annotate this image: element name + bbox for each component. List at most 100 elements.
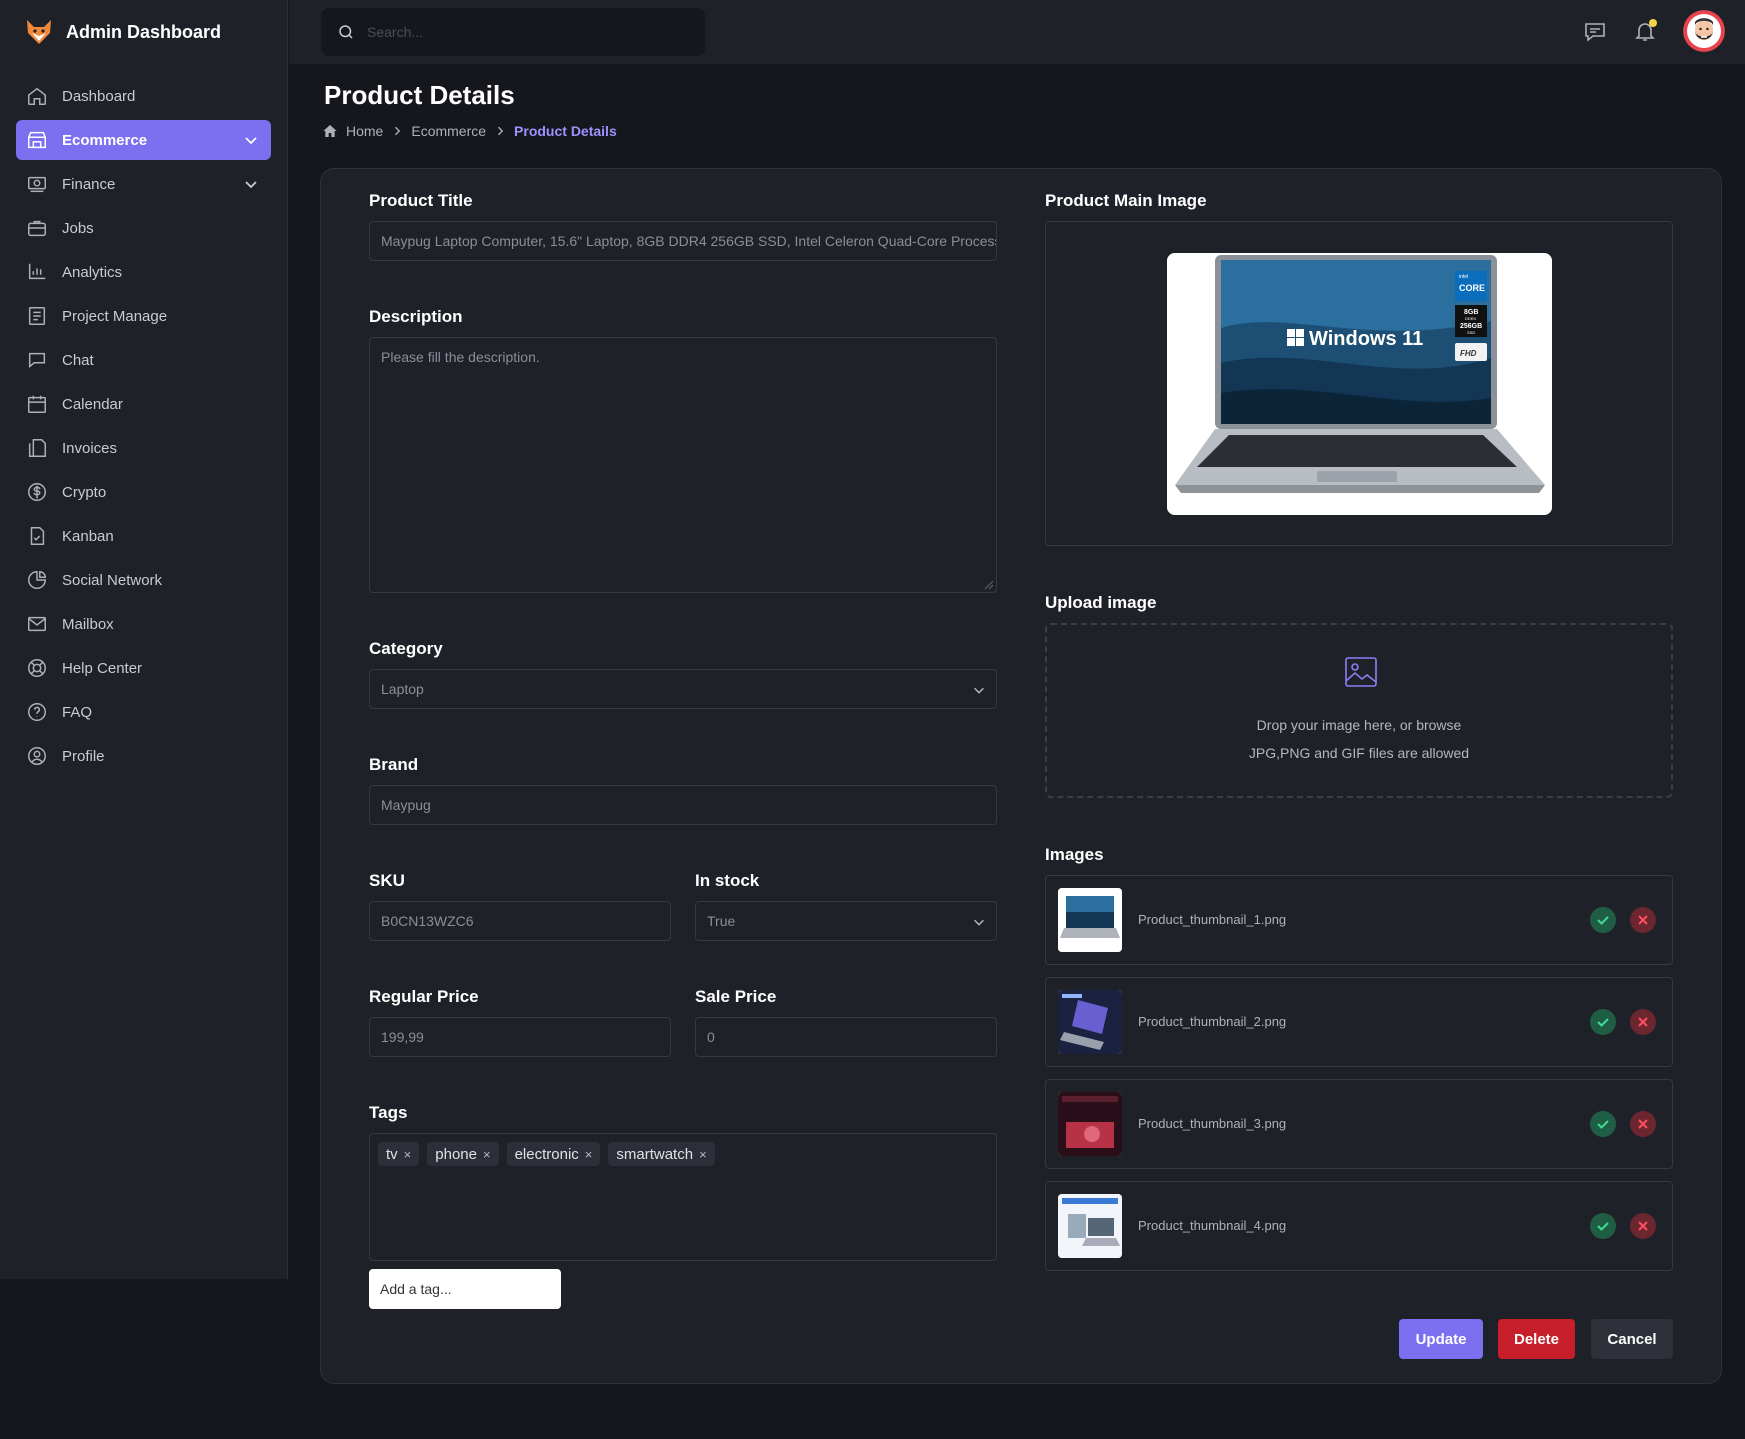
thumbnail[interactable]: [1058, 1092, 1122, 1156]
tags-label: Tags: [369, 1103, 408, 1122]
avatar-image: [1683, 10, 1725, 52]
tags-box[interactable]: tv × phone × electronic × smartwatch ×: [369, 1133, 997, 1261]
remove-button[interactable]: [1630, 907, 1656, 933]
resize-handle-icon[interactable]: [984, 580, 994, 590]
regular-price-value: 199,99: [381, 1029, 424, 1045]
sidebar-item-project-manage[interactable]: Project Manage: [16, 296, 271, 336]
breadcrumb-home[interactable]: Home: [346, 123, 383, 139]
cancel-button[interactable]: Cancel: [1591, 1319, 1673, 1359]
sidebar-item-calendar[interactable]: Calendar: [16, 384, 271, 424]
remove-button[interactable]: [1630, 1111, 1656, 1137]
breadcrumb: Home Ecommerce Product Details: [322, 123, 617, 139]
thumbnail[interactable]: [1058, 990, 1122, 1054]
upload-hint: JPG,PNG and GIF files are allowed: [1248, 745, 1470, 761]
sidebar-item-jobs[interactable]: Jobs: [16, 208, 271, 248]
sidebar-item-social-network[interactable]: Social Network: [16, 560, 271, 600]
invoice-icon: [28, 439, 46, 457]
tag-chip: phone ×: [427, 1142, 499, 1166]
approve-button[interactable]: [1590, 907, 1616, 933]
thumbnail[interactable]: [1058, 888, 1122, 952]
calendar-icon: [28, 395, 46, 413]
tag-remove-icon[interactable]: ×: [585, 1147, 593, 1162]
regular-price-input[interactable]: 199,99: [369, 1017, 671, 1057]
project-icon: [28, 307, 46, 325]
upload-dropzone[interactable]: Drop your image here, or browse JPG,PNG …: [1045, 623, 1673, 798]
sidebar-item-ecommerce[interactable]: Ecommerce: [16, 120, 271, 160]
upload-instructions: Drop your image here, or browse: [1256, 717, 1462, 733]
brand[interactable]: Admin Dashboard: [0, 0, 287, 64]
sidebar-item-analytics[interactable]: Analytics: [16, 252, 271, 292]
sku-input[interactable]: B0CN13WZC6: [369, 901, 671, 941]
remove-button[interactable]: [1630, 1009, 1656, 1035]
image-list-item: Product_thumbnail_1.png: [1045, 875, 1673, 965]
sidebar-item-invoices[interactable]: Invoices: [16, 428, 271, 468]
thumbnail-filename: Product_thumbnail_2.png: [1138, 1014, 1287, 1029]
sidebar-item-dashboard[interactable]: Dashboard: [16, 76, 271, 116]
analytics-icon: [28, 263, 46, 280]
sidebar-item-finance[interactable]: Finance: [16, 164, 271, 204]
in-stock-select[interactable]: True: [695, 901, 997, 941]
message-icon[interactable]: [1583, 19, 1607, 43]
sidebar-item-faq[interactable]: FAQ: [16, 692, 271, 732]
close-icon: [1638, 1221, 1648, 1231]
close-icon: [1638, 1017, 1648, 1027]
sidebar-item-help-center[interactable]: Help Center: [16, 648, 271, 688]
chat-icon: [28, 352, 46, 368]
thumbnail[interactable]: [1058, 1194, 1122, 1258]
sale-price-label: Sale Price: [695, 987, 777, 1006]
page-title: Product Details: [324, 80, 515, 110]
remove-button[interactable]: [1630, 1213, 1656, 1239]
avatar[interactable]: [1683, 10, 1725, 52]
check-icon: [1597, 1120, 1609, 1129]
kanban-icon: [30, 527, 45, 545]
category-select[interactable]: Laptop: [369, 669, 997, 709]
delete-button[interactable]: Delete: [1498, 1319, 1575, 1359]
tag-remove-icon[interactable]: ×: [483, 1147, 491, 1162]
sale-price-input[interactable]: 0: [695, 1017, 997, 1057]
product-form-card: Product Title Maypug Laptop Computer, 15…: [320, 168, 1722, 1384]
main-image[interactable]: Windows 11 intel CORE 8GB DDR4 256GB SSD…: [1167, 253, 1552, 515]
notifications[interactable]: [1633, 19, 1657, 43]
search-bar[interactable]: [321, 8, 705, 56]
images-label: Images: [1045, 845, 1104, 864]
sidebar-item-chat[interactable]: Chat: [16, 340, 271, 380]
ram-type-badge-text: DDR4: [1465, 316, 1477, 321]
laptop-thumbnail: [1058, 990, 1122, 1054]
breadcrumb-current: Product Details: [514, 123, 617, 139]
product-title-label: Product Title: [369, 191, 473, 210]
brand-label: Brand: [369, 755, 419, 774]
fox-logo-icon: [27, 20, 51, 44]
sidebar-item-label: Kanban: [62, 527, 114, 545]
breadcrumb-ecommerce[interactable]: Ecommerce: [411, 123, 486, 139]
add-tag-input[interactable]: Add a tag...: [369, 1269, 561, 1309]
sidebar-item-crypto[interactable]: Crypto: [16, 472, 271, 512]
brand-input[interactable]: Maypug: [369, 785, 997, 825]
mail-icon: [28, 616, 46, 632]
sidebar-item-label: Mailbox: [62, 615, 114, 633]
main-image-box: Windows 11 intel CORE 8GB DDR4 256GB SSD…: [1045, 221, 1673, 546]
approve-button[interactable]: [1590, 1111, 1616, 1137]
sidebar-item-mailbox[interactable]: Mailbox: [16, 604, 271, 644]
approve-button[interactable]: [1590, 1009, 1616, 1035]
sidebar-item-profile[interactable]: Profile: [16, 736, 271, 776]
product-title-input[interactable]: Maypug Laptop Computer, 15.6" Laptop, 8G…: [369, 221, 997, 261]
sidebar-item-label: Project Manage: [62, 307, 168, 325]
chevron-down-icon: [245, 137, 257, 145]
home-icon[interactable]: [322, 123, 338, 139]
tag-remove-icon[interactable]: ×: [404, 1147, 412, 1162]
update-button[interactable]: Update: [1399, 1319, 1483, 1359]
brand-value: Maypug: [381, 797, 431, 813]
description-textarea[interactable]: Please fill the description.: [369, 337, 997, 593]
sidebar-item-label: Calendar: [62, 395, 123, 413]
sidebar-item-label: Help Center: [62, 659, 143, 677]
thumbnail-filename: Product_thumbnail_4.png: [1138, 1218, 1287, 1233]
in-stock-value: True: [707, 913, 736, 929]
tag-remove-icon[interactable]: ×: [699, 1147, 707, 1162]
search-input[interactable]: [367, 24, 667, 40]
approve-button[interactable]: [1590, 1213, 1616, 1239]
intel-badge-text: intel: [1459, 274, 1468, 280]
close-icon: [1638, 1119, 1648, 1129]
store-icon: [28, 131, 46, 149]
sidebar-item-kanban[interactable]: Kanban: [16, 516, 271, 556]
sale-price-value: 0: [707, 1029, 715, 1045]
